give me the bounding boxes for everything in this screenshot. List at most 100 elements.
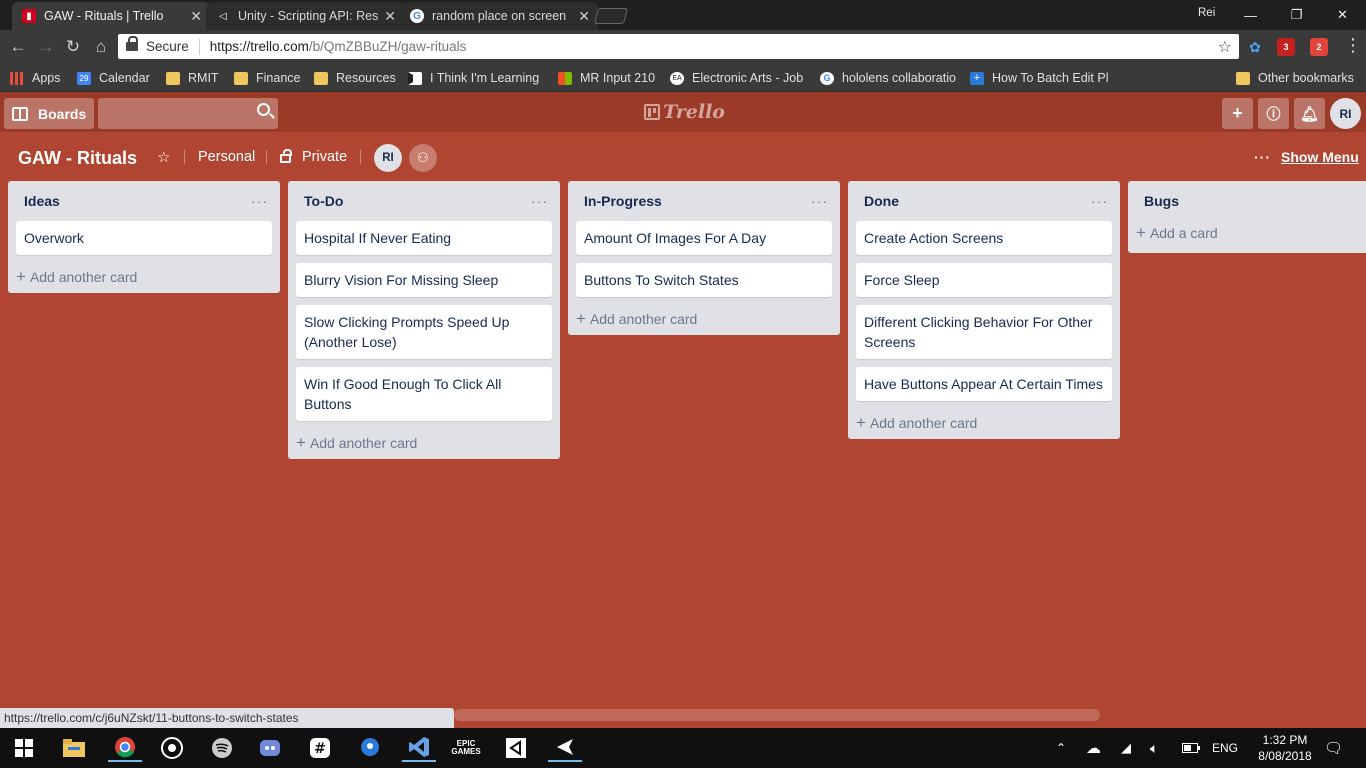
- card[interactable]: Amount Of Images For A Day: [576, 221, 832, 255]
- apps-grid-icon: [10, 71, 24, 85]
- close-tab-icon[interactable]: ✕: [578, 8, 590, 25]
- list-title[interactable]: To-Do: [304, 193, 343, 209]
- show-menu-button[interactable]: ··· Show Menu: [1254, 149, 1359, 165]
- bookmark-other[interactable]: Other bookmarks: [1236, 64, 1354, 92]
- list-title[interactable]: Done: [864, 193, 899, 209]
- list-menu-icon[interactable]: ···: [1091, 193, 1108, 209]
- volume-icon[interactable]: 🔈︎: [1150, 728, 1158, 768]
- profile-name[interactable]: Rei: [1198, 7, 1215, 19]
- create-button[interactable]: +: [1222, 98, 1253, 129]
- boards-button[interactable]: Boards: [4, 98, 94, 129]
- language-indicator[interactable]: ENG: [1212, 728, 1238, 768]
- bookmark-resources[interactable]: Resources: [314, 64, 396, 92]
- folder-icon: [166, 71, 180, 85]
- list-menu-icon[interactable]: ···: [251, 193, 268, 209]
- list-menu-icon[interactable]: ···: [531, 193, 548, 209]
- plus-icon: +: [16, 267, 26, 286]
- search-input[interactable]: [98, 98, 278, 129]
- unity-icon[interactable]: [502, 734, 530, 762]
- new-tab-button[interactable]: [593, 8, 629, 24]
- list-title[interactable]: Ideas: [24, 193, 60, 209]
- card[interactable]: Overwork: [16, 221, 272, 255]
- forward-icon[interactable]: →: [36, 37, 56, 57]
- action-center-icon[interactable]: 🗨︎: [1324, 728, 1343, 768]
- clock[interactable]: 1:32 PM 8/08/2018: [1250, 732, 1320, 764]
- visual-studio-icon[interactable]: [402, 734, 436, 762]
- wifi-icon[interactable]: ◢: [1121, 728, 1131, 768]
- minimize-icon[interactable]: —: [1228, 0, 1273, 30]
- restore-icon[interactable]: ❐: [1274, 0, 1319, 30]
- notifications-button[interactable]: 🔔︎: [1294, 98, 1325, 129]
- maps-pin-icon[interactable]: [356, 734, 384, 762]
- card[interactable]: Slow Clicking Prompts Speed Up (Another …: [296, 305, 552, 359]
- notification-extension-icon[interactable]: 2: [1310, 38, 1328, 56]
- gmail-extension-icon[interactable]: 3: [1277, 38, 1295, 56]
- back-icon[interactable]: ←: [8, 37, 28, 57]
- horizontal-scrollbar[interactable]: [454, 708, 1366, 722]
- close-tab-icon[interactable]: ✕: [384, 8, 396, 25]
- add-card-button[interactable]: + Add another card: [568, 303, 840, 335]
- chrome-menu-icon[interactable]: ⋮: [1344, 36, 1362, 54]
- browser-tab[interactable]: ▮ GAW - Rituals | Trello ✕: [12, 2, 210, 30]
- reload-icon[interactable]: ↻: [63, 37, 83, 57]
- show-hidden-icons[interactable]: ⌃: [1056, 728, 1066, 768]
- list-title[interactable]: In-Progress: [584, 193, 662, 209]
- add-card-button[interactable]: + Add another card: [848, 407, 1120, 439]
- trello-logo[interactable]: Trello: [644, 101, 725, 123]
- chrome-icon[interactable]: [108, 734, 142, 762]
- bookmark-rmit[interactable]: RMIT: [166, 64, 219, 92]
- board-title[interactable]: GAW - Rituals: [18, 148, 137, 169]
- windows-start-icon[interactable]: [10, 734, 38, 762]
- onedrive-icon[interactable]: ☁: [1086, 728, 1101, 768]
- obs-icon[interactable]: [158, 734, 186, 762]
- calendar-icon: 29: [77, 71, 91, 85]
- add-member-button[interactable]: ⚇: [409, 144, 437, 172]
- bookmark-hololens[interactable]: Ghololens collaboratio: [820, 64, 956, 92]
- card[interactable]: Different Clicking Behavior For Other Sc…: [856, 305, 1112, 359]
- plus-icon: +: [856, 413, 866, 432]
- address-bar[interactable]: Secure https://trello.com/b/QmZBBuZH/gaw…: [118, 34, 1239, 59]
- card[interactable]: Hospital If Never Eating: [296, 221, 552, 255]
- card[interactable]: Have Buttons Appear At Certain Times: [856, 367, 1112, 401]
- battery-icon[interactable]: [1182, 728, 1200, 768]
- card[interactable]: Win If Good Enough To Click All Buttons: [296, 367, 552, 421]
- board-header: GAW - Rituals ☆ Personal Private RI ⚇ ··…: [0, 132, 1366, 180]
- scrollbar-thumb[interactable]: [454, 709, 1100, 721]
- slack-icon[interactable]: #: [306, 734, 334, 762]
- info-button[interactable]: ⓘ: [1258, 98, 1289, 129]
- bookmark-calendar[interactable]: 29 Calendar: [77, 64, 150, 92]
- close-window-icon[interactable]: ✕: [1320, 0, 1365, 30]
- list-menu-icon[interactable]: ···: [811, 193, 828, 209]
- extension-icon[interactable]: ✿: [1246, 38, 1264, 56]
- windows-icon: [558, 71, 572, 85]
- user-avatar[interactable]: RI: [1330, 98, 1361, 129]
- team-button[interactable]: Personal: [198, 149, 255, 165]
- discord-icon[interactable]: [256, 734, 284, 762]
- spotify-icon[interactable]: [208, 734, 236, 762]
- bookmark-batch-edit[interactable]: + How To Batch Edit Pl: [970, 64, 1108, 92]
- bookmark-star-icon[interactable]: ☆: [1218, 37, 1232, 57]
- file-explorer-icon[interactable]: [60, 734, 88, 762]
- add-card-button[interactable]: + Add another card: [8, 261, 280, 293]
- bookmark-learning[interactable]: I Think I'm Learning: [408, 64, 541, 92]
- browser-tab[interactable]: G random place on screen ✕: [400, 2, 598, 30]
- visibility-button[interactable]: Private: [280, 149, 347, 165]
- home-icon[interactable]: ⌂: [91, 37, 111, 57]
- star-icon[interactable]: ☆: [157, 148, 170, 166]
- bookmark-apps[interactable]: Apps: [10, 64, 61, 92]
- card[interactable]: Create Action Screens: [856, 221, 1112, 255]
- card[interactable]: Blurry Vision For Missing Sleep: [296, 263, 552, 297]
- add-card-button[interactable]: + Add a card: [1128, 217, 1366, 253]
- member-avatar[interactable]: RI: [374, 144, 402, 172]
- card[interactable]: Force Sleep: [856, 263, 1112, 297]
- bookmark-mr-input[interactable]: MR Input 210: [558, 64, 655, 92]
- browser-tab[interactable]: ◁ Unity - Scripting API: Res ✕: [206, 2, 404, 30]
- bookmark-ea[interactable]: EA Electronic Arts - Job: [670, 64, 804, 92]
- list-title[interactable]: Bugs: [1144, 193, 1179, 209]
- card[interactable]: Buttons To Switch States: [576, 263, 832, 297]
- unity-hub-icon[interactable]: [548, 734, 582, 762]
- epic-games-icon[interactable]: EPIC GAMES: [451, 734, 480, 762]
- bookmark-finance[interactable]: Finance: [234, 64, 300, 92]
- add-card-button[interactable]: + Add another card: [288, 427, 560, 459]
- close-tab-icon[interactable]: ✕: [190, 8, 202, 25]
